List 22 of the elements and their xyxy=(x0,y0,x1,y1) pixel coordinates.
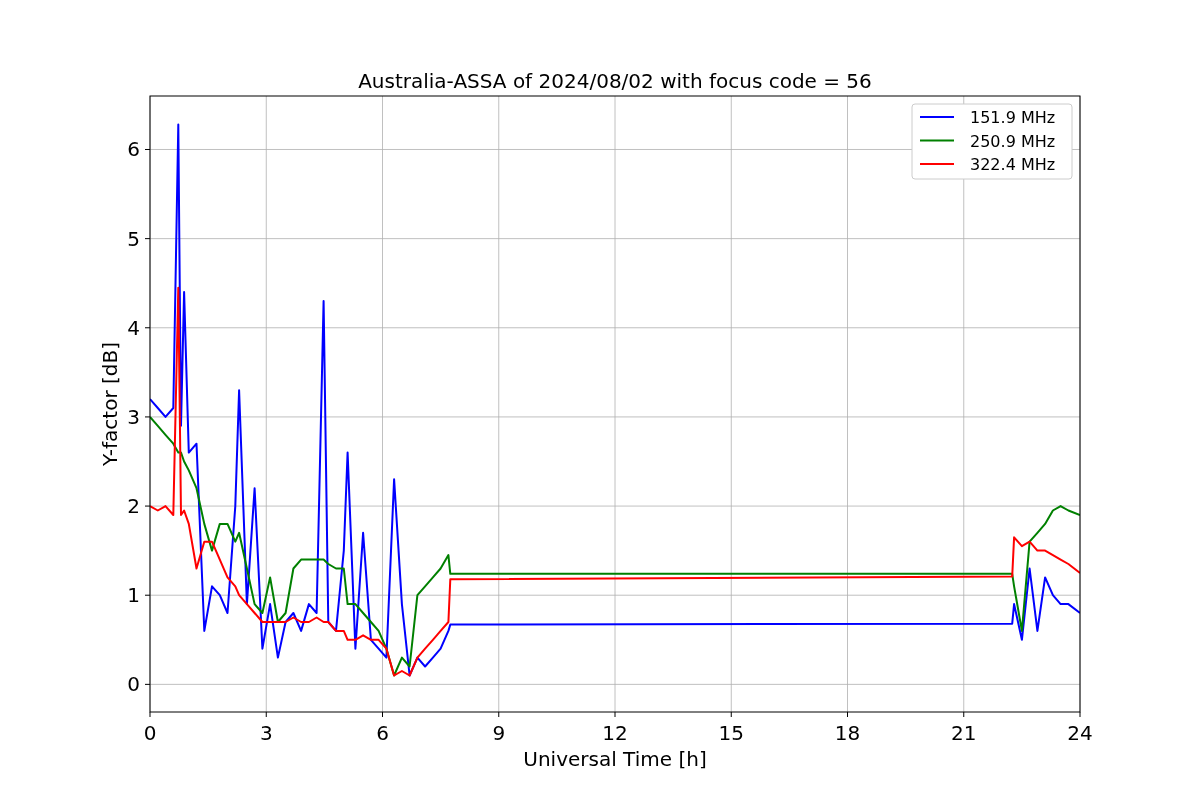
x-tick-label: 9 xyxy=(492,721,506,745)
y-axis-label: Y-factor [dB] xyxy=(98,342,122,466)
legend-label: 151.9 MHz xyxy=(970,108,1056,127)
legend-label: 250.9 MHz xyxy=(970,131,1056,151)
y-tick-label: 4 xyxy=(127,315,140,340)
x-tick-label: 21 xyxy=(951,721,977,745)
y-tick-label: 1 xyxy=(127,583,140,608)
y-tick-label: 2 xyxy=(127,494,140,519)
x-tick-label: 15 xyxy=(718,721,744,745)
x-tick-label: 12 xyxy=(602,721,628,745)
chart-title: Australia-ASSA of 2024/08/02 with focus code = 56 xyxy=(358,69,872,93)
y-tick-label: 6 xyxy=(127,137,140,162)
x-tick-label: 24 xyxy=(1067,721,1093,745)
legend-label: 322.4 MHz xyxy=(970,155,1056,174)
x-tick-label: 0 xyxy=(143,721,157,745)
x-axis-label: Universal Time [h] xyxy=(523,747,707,771)
y-tick-label: 3 xyxy=(127,404,140,429)
x-tick-label: 3 xyxy=(259,721,273,745)
x-tick-label: 6 xyxy=(376,721,389,745)
y-tick-label: 5 xyxy=(127,226,140,251)
x-tick-label: 18 xyxy=(834,721,861,745)
y-tick-label: 0 xyxy=(127,672,140,697)
